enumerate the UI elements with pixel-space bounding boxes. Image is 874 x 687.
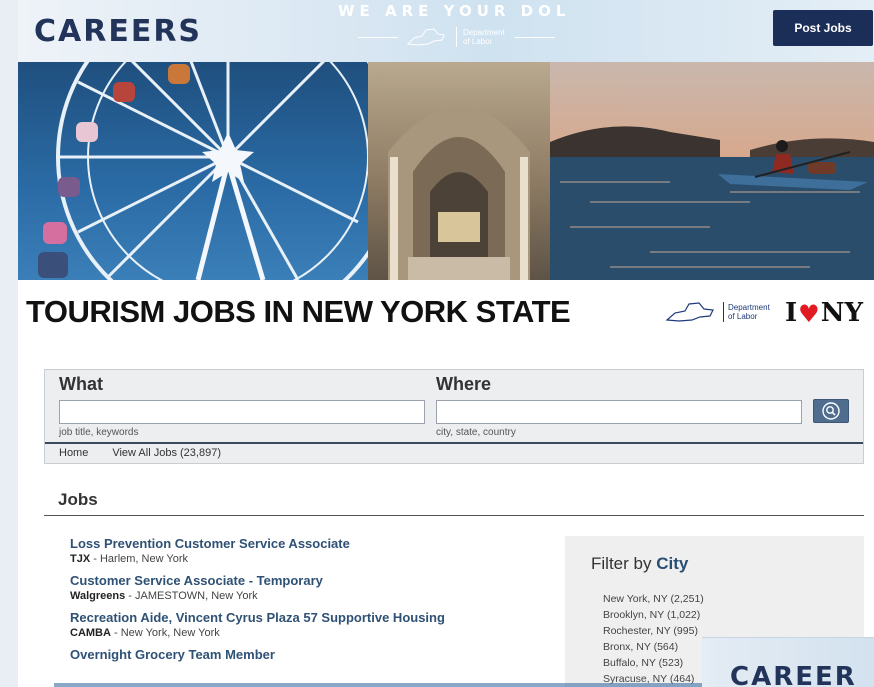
city-filter-item[interactable]: Bronx, NY (564) (603, 639, 704, 655)
job-search-panel: What Where job title, keywords city, sta… (44, 369, 864, 464)
filter-heading: Filter by City (591, 554, 689, 573)
search-icon (822, 402, 840, 420)
ny-state-map-icon (406, 28, 445, 46)
city-filter-item[interactable]: Brooklyn, NY (1,022) (603, 607, 704, 623)
where-hint: city, state, country (436, 427, 516, 438)
job-meta: TJX - Harlem, New York (70, 553, 188, 565)
list-item: Recreation Aide, Vincent Cyrus Plaza 57 … (70, 610, 520, 641)
list-item: Loss Prevention Customer Service Associa… (70, 536, 520, 567)
job-title-link[interactable]: Loss Prevention Customer Service Associa… (70, 536, 520, 552)
site-header: CAREERS WE ARE YOUR DOL Department of La… (18, 0, 874, 62)
museum-hall-image (368, 62, 550, 280)
job-title-link[interactable]: Customer Service Associate - Temporary (70, 573, 520, 589)
job-meta: Walgreens - JAMESTOWN, New York (70, 590, 258, 602)
what-label: What (59, 374, 103, 394)
what-hint: job title, keywords (59, 427, 139, 438)
overlay-careers-card: CAREER (702, 637, 874, 687)
city-filter-item[interactable]: Buffalo, NY (523) (603, 655, 704, 671)
header-tagline: WE ARE YOUR DOL (338, 2, 571, 20)
ferris-wheel-icon (38, 62, 368, 280)
heart-icon: ♥ (798, 298, 820, 328)
city-filter-item[interactable]: Rochester, NY (995) (603, 623, 704, 639)
job-meta: CAMBA - New York, New York (70, 627, 220, 639)
kayak-icon (550, 126, 874, 280)
list-item: Customer Service Associate - Temporary W… (70, 573, 520, 604)
breadcrumb-home-link[interactable]: Home (59, 447, 88, 459)
where-input[interactable] (436, 400, 802, 424)
job-title-link[interactable]: Overnight Grocery Team Member (70, 647, 520, 663)
page-title: TOURISM JOBS IN NEW YORK STATE (26, 294, 571, 329)
list-item: Overnight Grocery Team Member (70, 647, 520, 663)
header-dol-logo: Department of Labor (358, 26, 555, 48)
hero-image-strip (18, 62, 874, 280)
careers-page: CAREERS WE ARE YOUR DOL Department of La… (18, 0, 874, 687)
post-jobs-button[interactable]: Post Jobs (773, 10, 873, 46)
ferris-wheel-image (18, 62, 368, 280)
breadcrumb: Home View All Jobs (23,897) (59, 447, 221, 459)
i-love-ny-logo: I ♥ NY (785, 298, 864, 328)
dol-logo: Department of Labor (663, 300, 770, 324)
jobs-heading: Jobs (58, 490, 98, 509)
careers-logo[interactable]: CAREERS (34, 14, 202, 49)
overlay-careers-logo: CAREER (730, 662, 857, 687)
header-dol-text: Department of Labor (463, 28, 505, 46)
dol-logo-text: Department of Labor (728, 303, 770, 321)
city-filter-list: New York, NY (2,251) Brooklyn, NY (1,022… (603, 591, 704, 687)
search-button[interactable] (813, 399, 849, 423)
city-filter-item[interactable]: New York, NY (2,251) (603, 591, 704, 607)
view-all-jobs-link[interactable]: View All Jobs (23,897) (112, 447, 221, 459)
ny-state-map-icon (665, 302, 714, 322)
arch-icon (388, 107, 530, 280)
job-title-link[interactable]: Recreation Aide, Vincent Cyrus Plaza 57 … (70, 610, 520, 626)
job-list: Loss Prevention Customer Service Associa… (70, 536, 520, 669)
where-label: Where (436, 374, 492, 394)
tourism-banner: TOURISM JOBS IN NEW YORK STATE Departmen… (18, 286, 874, 340)
kayak-lake-image (550, 62, 874, 280)
what-input[interactable] (59, 400, 425, 424)
